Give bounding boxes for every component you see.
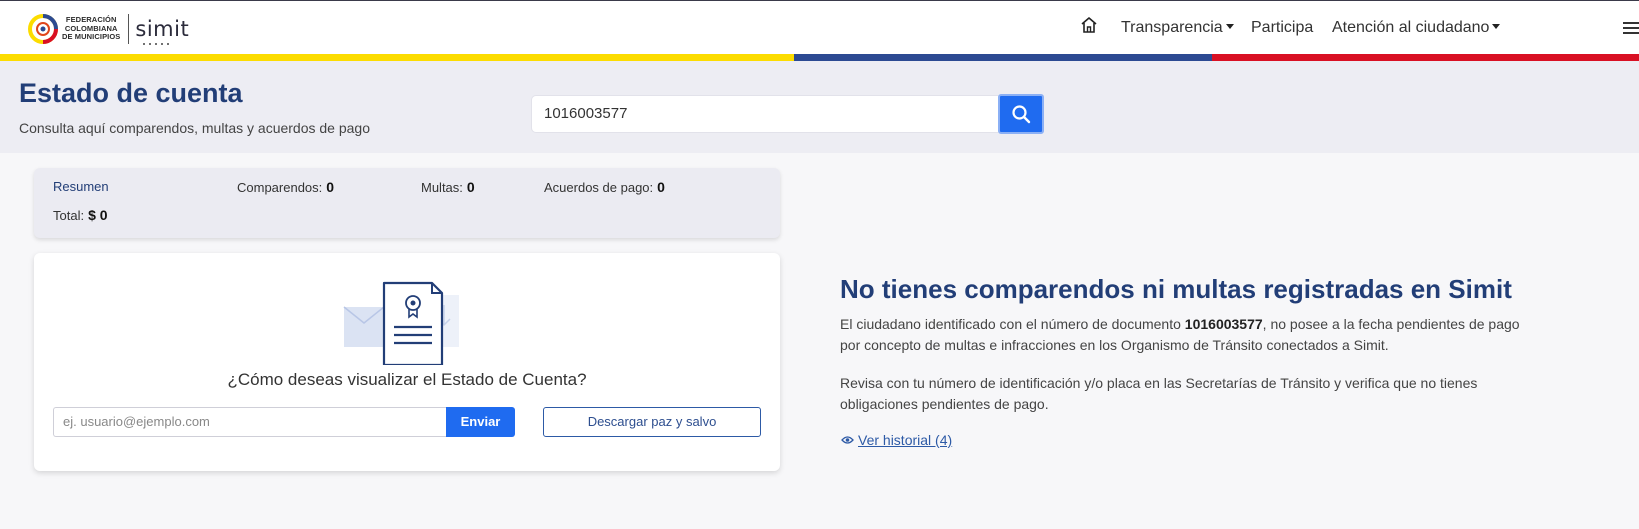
history-link[interactable]: Ver historial (4) (841, 432, 952, 448)
search-input[interactable]: 1016003577 (531, 95, 998, 133)
dots-icon (143, 43, 170, 45)
logo-brand: simit (135, 17, 189, 45)
download-button[interactable]: Descargar paz y salvo (543, 407, 761, 437)
home-icon[interactable] (1080, 16, 1098, 34)
stripe-yellow (0, 54, 794, 61)
summary-acuerdos: Acuerdos de pago: 0 (544, 179, 665, 195)
site-header: FEDERACIÓN COLOMBIANA DE MUNICIPIOS simi… (0, 1, 1639, 54)
send-button[interactable]: Enviar (446, 407, 515, 437)
search-icon (1012, 105, 1031, 124)
logo-org-name: FEDERACIÓN COLOMBIANA DE MUNICIPIOS (62, 15, 121, 42)
visualize-question: ¿Cómo deseas visualizar el Estado de Cue… (227, 370, 587, 389)
email-field[interactable]: ej. usuario@ejemplo.com (53, 407, 447, 437)
caret-down-icon (1225, 24, 1234, 29)
result-title: No tienes comparendos ni multas registra… (840, 274, 1512, 304)
nav-transparencia[interactable]: Transparencia (1121, 19, 1234, 37)
logo[interactable]: FEDERACIÓN COLOMBIANA DE MUNICIPIOS simi… (28, 11, 189, 47)
visualize-card: ¿Cómo deseas visualizar el Estado de Cue… (34, 253, 780, 471)
search-button[interactable] (998, 94, 1044, 134)
result-description: El ciudadano identificado con el número … (840, 316, 1520, 353)
history-link-label: Ver historial (4) (858, 432, 953, 448)
document-illustration-icon (343, 281, 459, 365)
federacion-logo-icon (28, 14, 58, 44)
page-subtitle: Consulta aquí comparendos, multas y acue… (19, 120, 370, 136)
nav-transparencia-label: Transparencia (1121, 19, 1223, 36)
hamburger-icon[interactable] (1623, 22, 1639, 34)
summary-multas: Multas: 0 (421, 179, 475, 195)
caret-down-icon (1492, 24, 1501, 29)
nav-atencion-label: Atención al ciudadano (1332, 19, 1490, 36)
hero-section: Estado de cuenta Consulta aquí comparend… (0, 61, 1639, 153)
page-title: Estado de cuenta (19, 78, 243, 108)
summary-comparendos: Comparendos: 0 (237, 179, 335, 195)
nav-atencion[interactable]: Atención al ciudadano (1332, 19, 1501, 37)
summary-total: Total: $ 0 (53, 207, 108, 223)
nav-participa[interactable]: Participa (1251, 19, 1313, 37)
stripe-red (1212, 54, 1639, 61)
summary-card: Resumen Comparendos: 0 Multas: 0 Acuerdos … (34, 168, 780, 238)
eye-icon (841, 436, 854, 444)
result-advice: Revisa con tu número de identificación y… (840, 375, 1478, 412)
summary-title: Resumen (53, 179, 109, 194)
stripe-blue (794, 54, 1212, 61)
logo-separator (128, 14, 130, 44)
